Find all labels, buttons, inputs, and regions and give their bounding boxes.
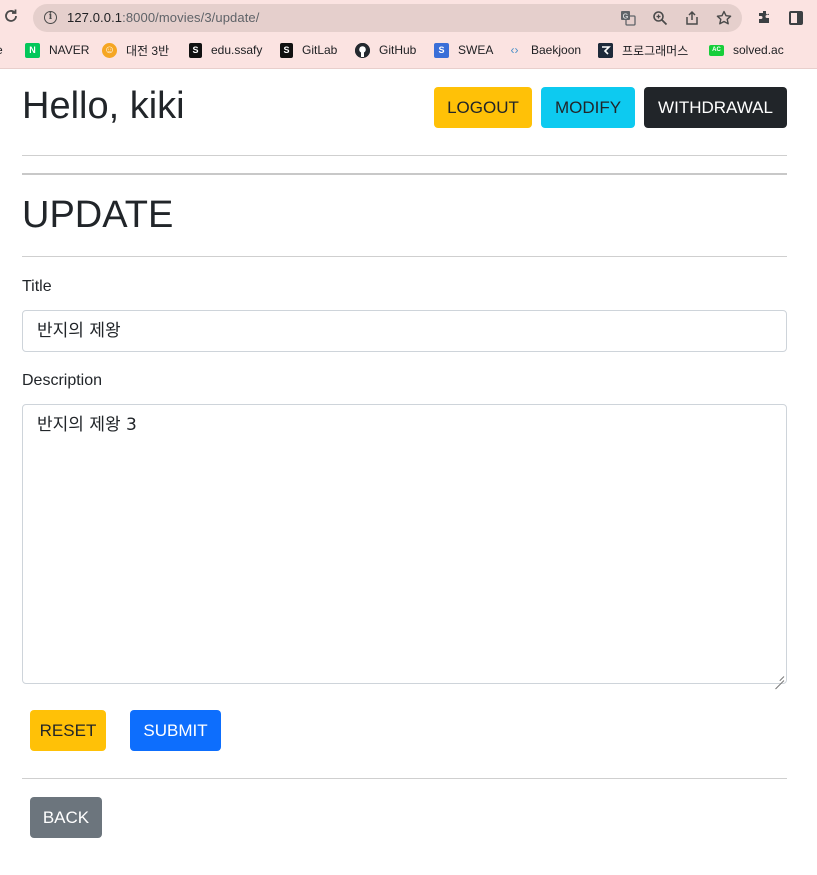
back-button[interactable]: BACK	[30, 797, 102, 838]
divider	[22, 155, 787, 156]
url-path: :8000/movies/3/update/	[122, 10, 260, 25]
divider	[22, 256, 787, 257]
github-icon	[355, 42, 370, 58]
logout-button[interactable]: LOGOUT	[434, 87, 532, 128]
bookmark-baekjoon[interactable]: ‹› Baekjoon	[507, 40, 582, 60]
swea-icon: S	[434, 42, 449, 58]
divider	[22, 173, 787, 175]
url-host: 127.0.0.1	[67, 10, 123, 25]
bookmark-label: edu.ssafy	[211, 43, 263, 57]
reload-icon[interactable]	[3, 8, 21, 26]
translate-icon[interactable]: G	[620, 10, 636, 26]
browser-chrome: i 127.0.0.1:8000/movies/3/update/ G e N …	[0, 0, 817, 69]
reset-button[interactable]: RESET	[30, 710, 106, 751]
ssafy-icon: S	[189, 42, 202, 58]
info-icon[interactable]: i	[44, 11, 57, 24]
star-icon[interactable]	[716, 10, 732, 26]
svg-text:G: G	[623, 14, 628, 21]
bookmark-label: NAVER	[49, 43, 90, 57]
greeting-heading: Hello, kiki	[22, 85, 185, 127]
withdrawal-button[interactable]: WITHDRAWAL	[644, 87, 787, 128]
page-title: UPDATE	[22, 194, 174, 236]
emoji-icon: ☺	[102, 42, 117, 58]
description-text: 반지의 제왕 3	[37, 415, 137, 435]
bookmark-label: 프로그래머스	[622, 43, 689, 58]
resize-handle-icon[interactable]	[775, 672, 784, 681]
bookmark-github[interactable]: GitHub	[355, 40, 416, 60]
bookmark-label: solved.ac	[733, 43, 784, 57]
bookmark-truncated[interactable]: e	[0, 40, 3, 60]
title-input[interactable]: 반지의 제왕	[22, 310, 787, 352]
bookmark-gitlab[interactable]: S GitLab	[280, 40, 337, 60]
extensions-icon[interactable]	[756, 9, 774, 27]
bookmark-label: GitLab	[302, 43, 338, 57]
zoom-icon[interactable]	[652, 10, 668, 26]
bookmark-label: 대전 3반	[126, 43, 170, 58]
programmers-icon	[598, 42, 613, 58]
bookmarks-bar: e N NAVER ☺ 대전 3반 S edu.ssafy S GitLab G…	[0, 38, 817, 62]
divider	[22, 778, 787, 779]
modify-button[interactable]: MODIFY	[541, 87, 635, 128]
bookmark-naver[interactable]: N NAVER	[25, 40, 89, 60]
side-panel-icon[interactable]	[789, 11, 803, 25]
bookmark-label: GitHub	[379, 43, 417, 57]
description-label: Description	[22, 372, 103, 389]
bookmark-daejeon[interactable]: ☺ 대전 3반	[102, 40, 169, 60]
code-icon: ‹›	[510, 42, 519, 57]
description-textarea[interactable]: 반지의 제왕 3	[22, 404, 787, 684]
bookmark-programmers[interactable]: 프로그래머스	[598, 40, 688, 60]
solvedac-icon: AC	[709, 44, 724, 56]
bookmark-solvedac[interactable]: AC solved.ac	[709, 40, 784, 60]
bookmark-label: SWEA	[458, 43, 494, 57]
bookmark-edu-ssafy[interactable]: S edu.ssafy	[189, 40, 262, 60]
address-bar[interactable]: i 127.0.0.1:8000/movies/3/update/ G	[33, 4, 742, 32]
bookmark-swea[interactable]: S SWEA	[434, 40, 493, 60]
submit-button[interactable]: SUBMIT	[130, 710, 221, 751]
url-text[interactable]: 127.0.0.1:8000/movies/3/update/	[67, 10, 259, 25]
bookmark-label: Baekjoon	[531, 43, 582, 57]
naver-icon: N	[25, 42, 40, 58]
title-label: Title	[22, 278, 52, 295]
share-icon[interactable]	[684, 10, 700, 26]
gitlab-icon: S	[280, 42, 293, 58]
